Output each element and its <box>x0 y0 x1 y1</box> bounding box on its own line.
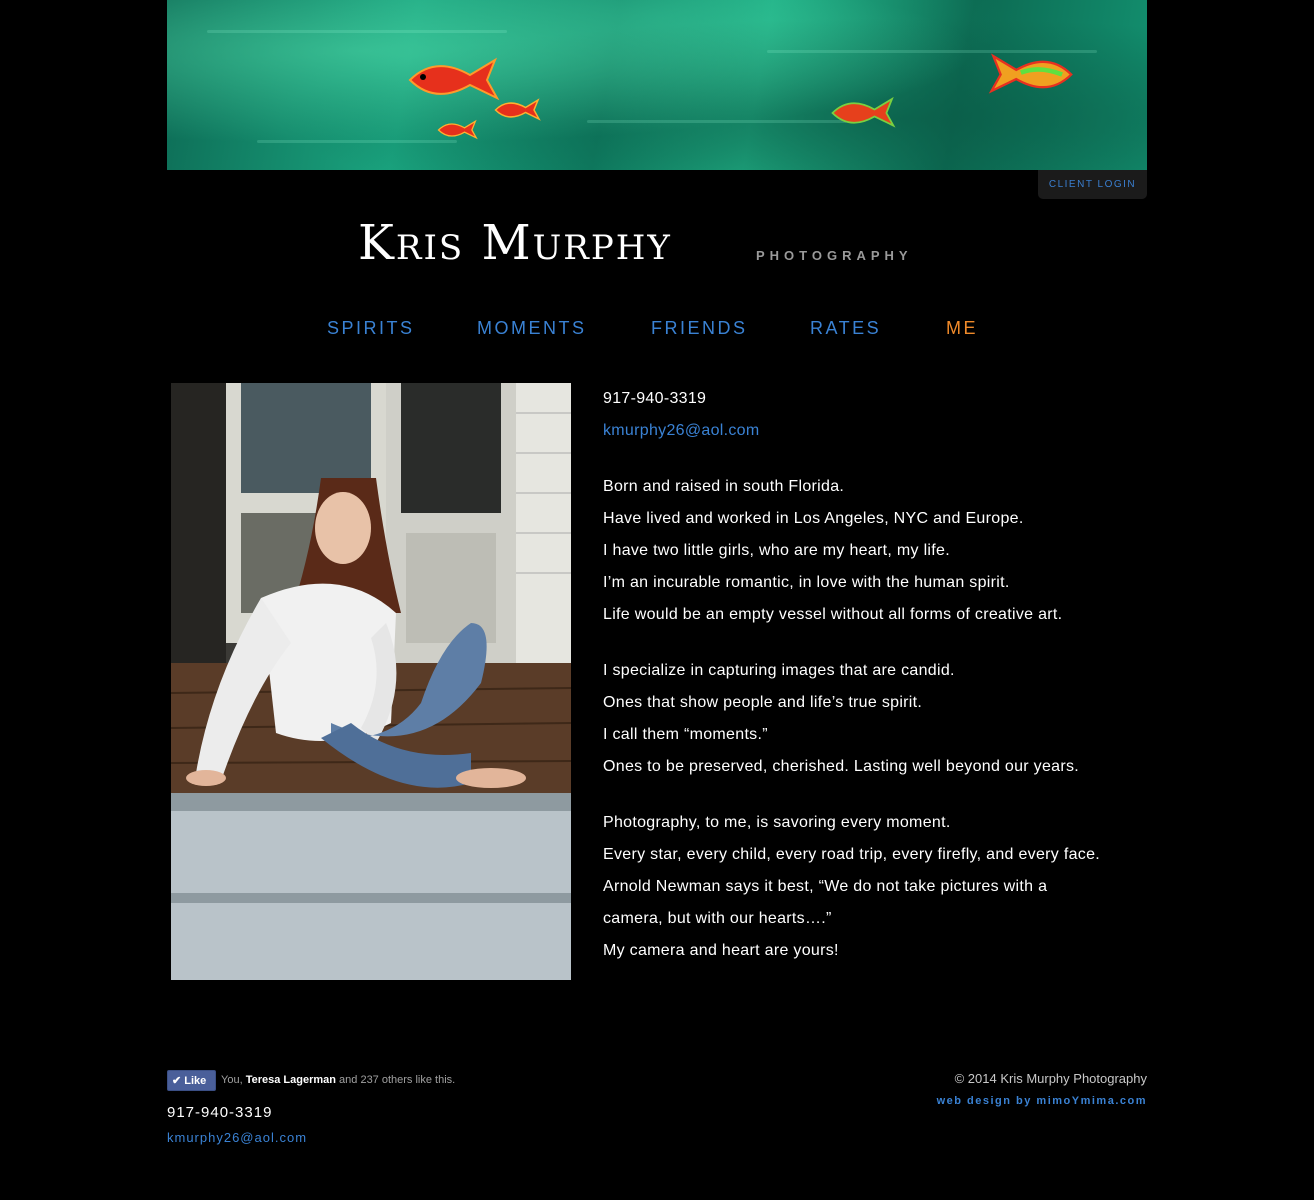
nav-item-rates[interactable]: RATES <box>810 318 881 339</box>
contact-email-link[interactable]: kmurphy26@aol.com <box>603 415 1143 447</box>
bio-line: I’m an incurable romantic, in love with … <box>603 574 1010 591</box>
contact-phone: 917-940-3319 <box>603 390 707 407</box>
nav-item-friends[interactable]: FRIENDS <box>651 318 748 339</box>
bio-line: I have two little girls, who are my hear… <box>603 542 950 559</box>
fish-icon <box>437 119 478 140</box>
fish-icon <box>988 53 1073 94</box>
footer-email-link[interactable]: kmurphy26@aol.com <box>167 1130 307 1145</box>
footer-phone: 917-940-3319 <box>167 1104 273 1121</box>
bio-line: My camera and heart are yours! <box>603 942 839 959</box>
bio-line: Every star, every child, every road trip… <box>603 846 1101 863</box>
bio-section: 917-940-3319 kmurphy26@aol.com Born and … <box>603 383 1143 967</box>
web-design-credit-link[interactable]: web design by mimoYmima.com <box>937 1095 1147 1107</box>
like-button-label: Like <box>184 1075 207 1087</box>
like-count-text: You, Teresa Lagerman and 237 others like… <box>221 1074 455 1086</box>
header-banner-image <box>167 0 1147 170</box>
nav-item-spirits[interactable]: SPIRITS <box>327 318 415 339</box>
bio-line: Arnold Newman says it best, “We do not t… <box>603 878 1048 895</box>
client-login-button[interactable]: CLIENT LOGIN <box>1038 170 1147 199</box>
like-friend-name[interactable]: Teresa Lagerman <box>246 1074 336 1086</box>
portrait-photo-illustration <box>171 383 571 980</box>
nav-item-me[interactable]: ME <box>946 318 978 339</box>
bio-line: Photography, to me, is savoring every mo… <box>603 814 951 831</box>
portrait-photo <box>171 383 571 980</box>
fish-icon <box>408 57 500 101</box>
bio-line: Life would be an empty vessel without al… <box>603 606 1063 623</box>
facebook-like-button[interactable]: ✔ Like <box>167 1070 216 1091</box>
like-suffix: and 237 others like this. <box>335 1074 456 1086</box>
bio-line: Born and raised in south Florida. <box>603 478 845 495</box>
bio-line: Ones that show people and life’s true sp… <box>603 694 923 711</box>
bio-line: I call them “moments.” <box>603 726 768 743</box>
bio-line: I specialize in capturing images that ar… <box>603 662 955 679</box>
bio-line: Have lived and worked in Los Angeles, NY… <box>603 510 1024 527</box>
logo-name: Kris Murphy <box>358 215 672 271</box>
fish-icon <box>831 96 896 128</box>
nav-item-moments[interactable]: MOMENTS <box>477 318 587 339</box>
bio-line: camera, but with our hearts….” <box>603 910 832 927</box>
logo-subtitle: PHOTOGRAPHY <box>756 248 913 263</box>
bio-line: Ones to be preserved, cherished. Lasting… <box>603 758 1080 775</box>
copyright-text: © 2014 Kris Murphy Photography <box>954 1071 1147 1086</box>
thumbs-up-icon: ✔ <box>172 1075 182 1087</box>
like-prefix: You, <box>221 1074 246 1086</box>
fish-icon <box>494 98 541 121</box>
